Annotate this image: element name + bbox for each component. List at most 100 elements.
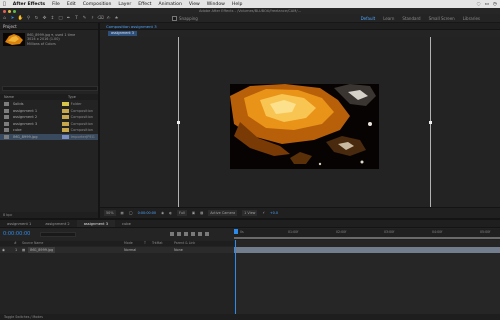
roto-brush-tool-icon[interactable]: ✍ [105,15,112,22]
pen-tool-icon[interactable]: ✒ [65,15,72,22]
minimize-window-button[interactable] [8,9,11,13]
region-of-interest-icon[interactable]: ▣ [192,211,195,215]
type-tool-icon[interactable]: T [73,15,80,22]
battery-icon[interactable]: ▭ [485,2,489,7]
clone-stamp-tool-icon[interactable]: ♯ [89,15,96,22]
menu-file[interactable]: File [52,2,60,7]
project-item[interactable]: cube Composition [0,127,98,133]
workspace-libraries[interactable]: Libraries [463,16,480,21]
show-channel-icon[interactable]: ◐ [169,211,172,215]
snapping-checkbox[interactable] [172,15,177,21]
menu-effect[interactable]: Effect [138,2,151,7]
eraser-tool-icon[interactable]: ⌫ [97,15,104,22]
menu-layer[interactable]: Layer [118,2,131,7]
timeline-footer[interactable]: Toggle Switches / Modes [0,314,500,320]
menu-help[interactable]: Help [232,2,242,7]
time-ruler[interactable]: 0s 01:00f 02:00f 03:00f 04:00f 05:00f [234,229,500,240]
wifi-icon[interactable]: ◌ [477,2,481,7]
composition-breadcrumb[interactable]: assignment 3 [108,31,137,36]
workspace-default[interactable]: Default [361,16,376,21]
parent-select[interactable]: None [174,247,183,253]
snapping-toggle[interactable]: Snapping [172,15,198,21]
selection-tool-icon[interactable]: ➤ [9,15,16,22]
label-color-swatch[interactable] [61,121,69,126]
timeline-tab-assignment-1[interactable]: assignment 1 [0,220,38,227]
apple-icon[interactable]:  [3,2,6,7]
eye-icon[interactable]: ◉ [2,247,5,253]
project-item[interactable]: IMG_8999.jpg ImporterJPEG [0,133,98,140]
column-source-name[interactable]: Source Name [22,241,43,246]
resolution-select[interactable]: Full [177,210,187,216]
mask-visibility-icon[interactable]: ◯ [129,211,133,215]
timeline-timecode[interactable]: 0:00:00:00 [3,231,30,237]
project-item[interactable]: assignment 1 Composition [0,108,98,114]
layer-track-area[interactable] [234,240,500,314]
puppet-tool-icon[interactable]: ★ [113,15,120,22]
composition-canvas[interactable] [100,37,500,207]
label-color-swatch[interactable] [61,128,69,132]
magnification-select[interactable]: 50% [104,210,116,216]
menu-edit[interactable]: Edit [67,2,76,7]
menu-animation[interactable]: Animation [158,2,181,7]
project-tab[interactable]: Project [0,23,98,30]
label-color-swatch[interactable] [61,115,69,119]
graph-editor-icon[interactable] [205,232,209,236]
zoom-window-button[interactable] [13,9,16,13]
project-item[interactable]: assignment 3 Composition [0,121,98,127]
zoom-tool-icon[interactable]: ⚲ [25,15,32,22]
column-trkmat[interactable]: TrkMat [152,241,163,246]
layer-image-preview[interactable] [230,84,379,169]
close-window-button[interactable] [3,9,6,13]
snapshot-icon[interactable]: ◉ [161,211,164,215]
exposure-value[interactable]: +0.0 [270,211,278,215]
transform-handle-right[interactable] [429,121,432,124]
pan-tool-icon[interactable]: ✥ [41,15,48,22]
layer-mode-select[interactable]: Normal [124,247,136,253]
view-layout-select[interactable]: 1 View [242,210,258,216]
label-color-swatch[interactable] [61,134,69,139]
transform-handle-left[interactable] [177,121,180,124]
timeline-tab-assignment-3[interactable]: assignment 3 [76,220,116,227]
workspace-small-screen[interactable]: Small Screen [429,16,455,21]
project-item[interactable]: assignment 2 Composition [0,114,98,120]
column-type[interactable]: Type [66,94,76,100]
hand-tool-icon[interactable]: ✋ [17,15,24,22]
layer-name[interactable]: IMG_8999.jpg [28,247,56,253]
timeline-search-input[interactable] [40,232,76,237]
label-color-swatch[interactable] [61,102,69,106]
brush-tool-icon[interactable]: ✎ [81,15,88,22]
shy-layers-icon[interactable] [184,232,188,236]
column-mode[interactable]: Mode [124,241,133,246]
rectangle-tool-icon[interactable]: □ [57,15,64,22]
draft-3d-icon[interactable] [177,232,181,236]
clock-icon[interactable]: ◷ [493,2,497,7]
timeline-tab-cube[interactable]: cube [115,220,138,227]
composition-tab[interactable]: Composition assignment 3 [100,23,500,30]
project-item[interactable]: Solids Folder [0,101,98,107]
current-time-indicator[interactable] [234,229,238,234]
menu-window[interactable]: Window [207,2,225,7]
work-area-bar[interactable] [234,237,500,239]
transparency-grid-icon[interactable]: ▩ [200,211,203,215]
viewer-timecode[interactable]: 0:00:00:00 [138,211,157,215]
orbit-tool-icon[interactable]: ↻ [33,15,40,22]
app-menu[interactable]: After Effects [13,2,45,7]
label-color-swatch[interactable] [61,108,69,113]
composition-tab-label[interactable]: Composition assignment 3 [106,24,157,29]
project-search-input[interactable] [2,86,98,91]
fast-previews-icon[interactable]: ⚡ [262,211,264,215]
menu-composition[interactable]: Composition [83,2,112,7]
menu-view[interactable]: View [189,2,200,7]
workspace-standard[interactable]: Standard [402,16,420,21]
layer-row[interactable]: ◉ 1 ▦ IMG_8999.jpg Normal None [0,247,234,253]
layer-duration-bar[interactable] [234,247,500,253]
dolly-tool-icon[interactable]: ↕ [49,15,56,22]
comp-flowchart-icon[interactable] [170,232,174,236]
camera-view-select[interactable]: Active Camera [208,210,238,216]
column-name[interactable]: Name [0,94,66,100]
column-parent-link[interactable]: Parent & Link [174,241,195,246]
timeline-tab-assignment-2[interactable]: assignment 2 [38,220,76,227]
workspace-learn[interactable]: Learn [383,16,394,21]
home-icon[interactable]: ⌂ [1,15,8,22]
motion-blur-icon[interactable] [198,232,202,236]
